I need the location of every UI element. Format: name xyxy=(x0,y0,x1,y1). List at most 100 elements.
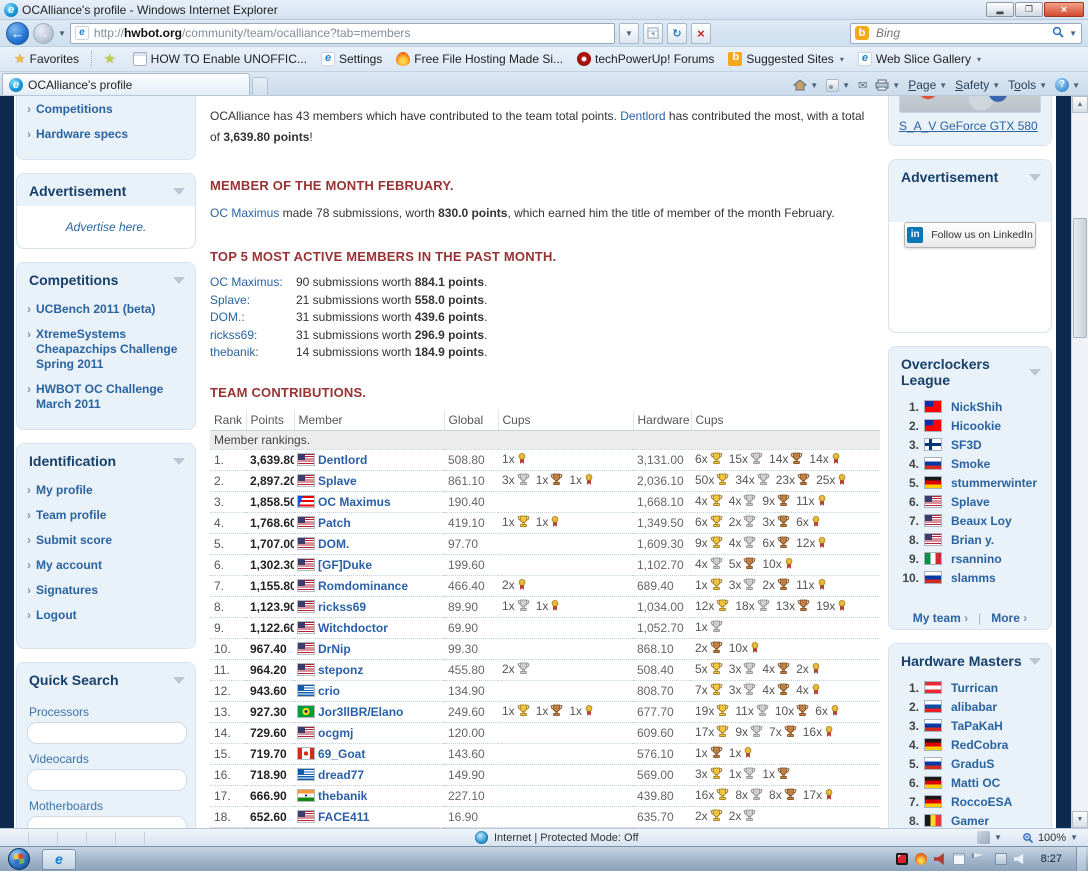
quick-search-input-videocards[interactable] xyxy=(27,769,187,791)
read-mail-button[interactable]: ✉ xyxy=(858,79,867,92)
feeds-button[interactable]: ▼ xyxy=(826,79,850,92)
search-input[interactable] xyxy=(874,25,1047,41)
refresh-button[interactable]: ↻ xyxy=(667,23,687,44)
top5-member-link[interactable]: DOM.: xyxy=(210,309,296,326)
member-link[interactable]: Witchdoctor xyxy=(318,621,388,635)
forward-button[interactable]: → xyxy=(33,23,54,44)
member-link[interactable]: Romdominance xyxy=(318,579,408,593)
tools-menu[interactable]: Tools▼ xyxy=(1008,78,1047,92)
document-tray-icon[interactable] xyxy=(953,853,965,865)
member-link[interactable]: dread77 xyxy=(318,768,364,782)
masters-row-link[interactable]: Turrican xyxy=(951,681,998,695)
member-link[interactable]: crio xyxy=(318,684,340,698)
minimize-button[interactable]: ▂ xyxy=(986,2,1014,17)
member-link[interactable]: OC Maximus xyxy=(318,495,391,509)
search-icon[interactable] xyxy=(1052,26,1064,41)
identification-link[interactable]: ›Submit score xyxy=(27,528,187,553)
league-row-link[interactable]: Splave xyxy=(951,495,990,509)
photo-caption-link[interactable]: S_A_V GeForce GTX 580 xyxy=(889,119,1051,145)
dentlord-link[interactable]: Dentlord xyxy=(620,109,665,123)
show-desktop-button[interactable] xyxy=(1076,847,1086,871)
favorites-item[interactable]: Suggested Sites▾ xyxy=(723,50,848,68)
masters-row-link[interactable]: Matti OC xyxy=(951,776,1000,790)
favorites-item[interactable]: HOW TO Enable UNOFFIC... xyxy=(128,50,312,68)
volume-tray-icon[interactable] xyxy=(1014,853,1026,865)
member-link[interactable]: rickss69 xyxy=(318,600,366,614)
quick-search-input-motherboards[interactable] xyxy=(27,816,187,828)
league-row-link[interactable]: Hicookie xyxy=(951,419,1001,433)
member-link[interactable]: Jor3llBR/Elano xyxy=(318,705,403,719)
scroll-up-arrow[interactable]: ▲ xyxy=(1072,96,1088,113)
masters-row-link[interactable]: alibabar xyxy=(951,700,997,714)
identification-link[interactable]: ›Team profile xyxy=(27,503,187,528)
competition-link[interactable]: ›HWBOT OC Challenge March 2011 xyxy=(27,377,187,417)
top5-member-link[interactable]: Splave: xyxy=(210,292,296,309)
member-link[interactable]: 69_Goat xyxy=(318,747,365,761)
safety-menu[interactable]: Safety▼ xyxy=(955,78,1000,92)
action-center-flag-icon[interactable] xyxy=(972,853,984,865)
favorites-item[interactable]: Settings xyxy=(316,50,387,68)
masters-row-link[interactable]: Gamer xyxy=(951,814,989,828)
stop-button[interactable]: × xyxy=(691,23,711,44)
network-tray-icon[interactable] xyxy=(995,853,1007,865)
member-link[interactable]: [GF]Duke xyxy=(318,558,372,572)
member-link[interactable]: FACE411 xyxy=(318,810,369,824)
search-dropdown-icon[interactable]: ▼ xyxy=(1069,29,1077,38)
scrollbar-thumb[interactable] xyxy=(1073,218,1087,338)
top5-member-link[interactable]: OC Maximus: xyxy=(210,274,296,291)
identification-link[interactable]: ›Logout xyxy=(27,603,187,628)
collapse-icon[interactable] xyxy=(1029,174,1041,181)
league-row-link[interactable]: Beaux Loy xyxy=(951,514,1012,528)
tab-ocalliance-profile[interactable]: e OCAlliance's profile xyxy=(2,73,250,95)
advertise-here-link[interactable]: Advertise here. xyxy=(66,220,147,234)
top5-member-link[interactable]: thebanik: xyxy=(210,344,296,361)
start-button[interactable] xyxy=(8,848,30,870)
masters-row-link[interactable]: RoccoESA xyxy=(951,795,1012,809)
member-link[interactable]: ocgmj xyxy=(318,726,353,740)
collapse-icon[interactable] xyxy=(173,677,185,684)
restore-button[interactable]: ❐ xyxy=(1015,2,1043,17)
scroll-down-arrow[interactable]: ▼ xyxy=(1072,811,1088,828)
quick-search-input-processors[interactable] xyxy=(27,722,187,744)
taskbar-ie-button[interactable]: e xyxy=(42,849,76,870)
help-button[interactable]: ?▼ xyxy=(1055,78,1080,92)
league-row-link[interactable]: Brian y. xyxy=(951,533,994,547)
league-row-link[interactable]: NickShih xyxy=(951,400,1002,414)
collapse-icon[interactable] xyxy=(1029,369,1041,376)
league-row-link[interactable]: rsannino xyxy=(951,552,1002,566)
league-row-link[interactable]: Smoke xyxy=(951,457,990,471)
home-button[interactable]: ▼ xyxy=(793,79,818,91)
masters-row-link[interactable]: TaPaKaH xyxy=(951,719,1003,733)
member-link[interactable]: thebanik xyxy=(318,789,367,803)
team-profile-link[interactable]: ›Competitions xyxy=(27,97,187,122)
privacy-button[interactable]: ▼ xyxy=(971,830,1008,845)
league-row-link[interactable]: SF3D xyxy=(951,438,982,452)
favorites-button[interactable]: ★ Favorites xyxy=(8,49,85,69)
hardware-photo[interactable] xyxy=(899,96,1041,113)
more-link[interactable]: More › xyxy=(991,611,1027,625)
linkedin-follow-button[interactable]: in Follow us on LinkedIn xyxy=(904,222,1036,248)
ati-tray-icon[interactable] xyxy=(896,853,908,865)
identification-link[interactable]: ›Signatures xyxy=(27,578,187,603)
collapse-icon[interactable] xyxy=(173,277,185,284)
top5-member-link[interactable]: rickss69: xyxy=(210,327,296,344)
history-dropdown-icon[interactable]: ▼ xyxy=(58,29,66,38)
member-link[interactable]: Patch xyxy=(318,516,351,530)
oc-maximus-link[interactable]: OC Maximus xyxy=(210,206,279,220)
member-link[interactable]: DOM. xyxy=(318,537,349,551)
masters-row-link[interactable]: GraduS xyxy=(951,757,994,771)
collapse-icon[interactable] xyxy=(1029,658,1041,665)
vertical-scrollbar[interactable]: ▲ ▼ xyxy=(1071,96,1088,828)
taskbar-clock[interactable]: 8:27 xyxy=(1041,853,1062,865)
team-profile-link[interactable]: ›Hardware specs xyxy=(27,122,187,147)
my-team-link[interactable]: My team › xyxy=(913,611,968,625)
zoom-button[interactable]: 100% ▼ xyxy=(1016,831,1084,845)
url-field[interactable]: e http://hwbot.org/community/team/ocalli… xyxy=(70,23,615,44)
competition-link[interactable]: ›XtremeSystems Cheapazchips Challenge Sp… xyxy=(27,322,187,377)
audio-app-tray-icon[interactable] xyxy=(934,853,946,865)
collapse-icon[interactable] xyxy=(173,188,185,195)
identification-link[interactable]: ›My profile xyxy=(27,478,187,503)
compatibility-view-button[interactable] xyxy=(643,23,663,44)
favorites-item[interactable]: Free File Hosting Made Si... xyxy=(391,50,568,68)
member-link[interactable]: DrNip xyxy=(318,642,351,656)
